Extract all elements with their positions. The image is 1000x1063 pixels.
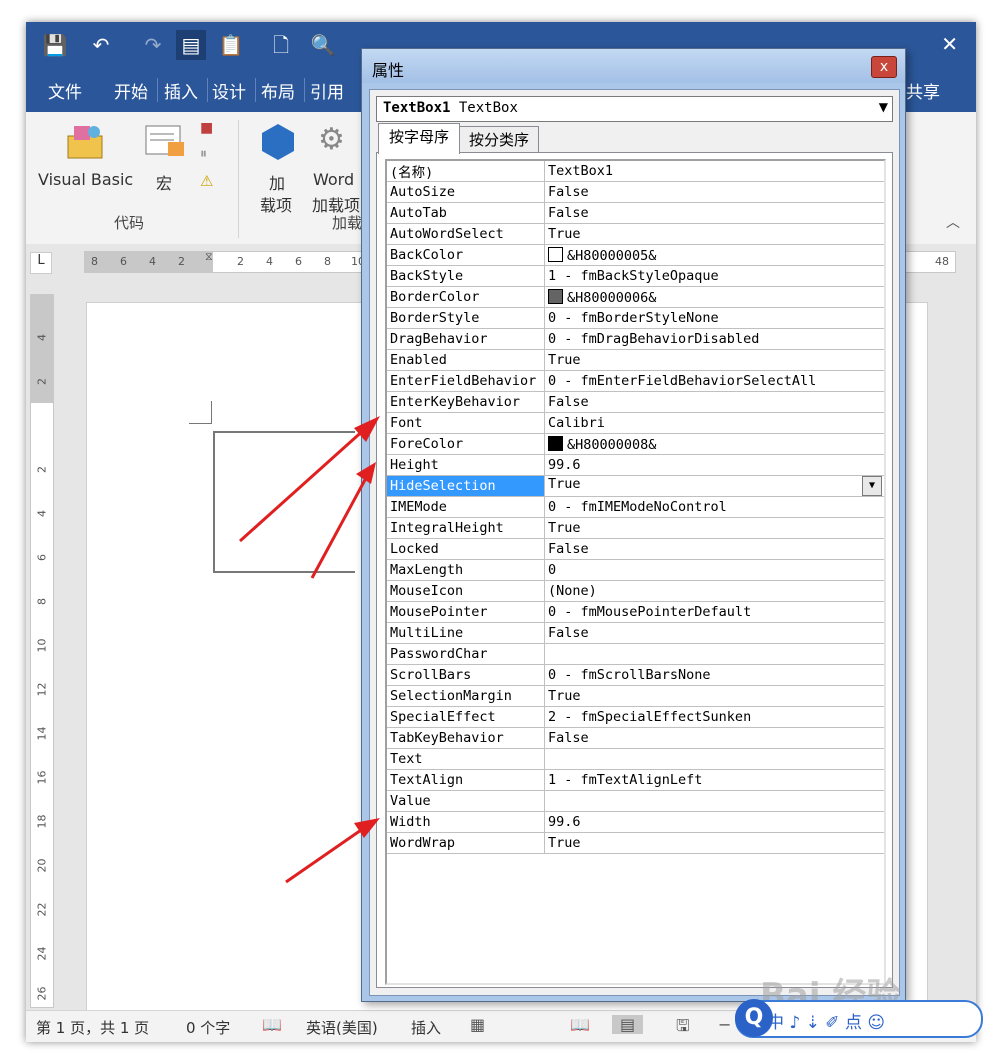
red-arrow: [238, 416, 380, 543]
ime-toolbar[interactable]: Q 中 ♪ ⇣ ✐ 点 ☺: [735, 999, 983, 1038]
red-arrow: [285, 818, 380, 884]
annotation-arrows: [238, 416, 380, 884]
ime-toolbar-items: 中 ♪ ⇣ ✐ 点 ☺: [767, 1013, 886, 1033]
baidu-watermark: Bai 经验 Q 中 ♪ ⇣ ✐ 点 ☺: [730, 950, 990, 1050]
red-arrow: [310, 462, 376, 579]
tab-alphabetic[interactable]: 按字母序: [378, 123, 460, 154]
